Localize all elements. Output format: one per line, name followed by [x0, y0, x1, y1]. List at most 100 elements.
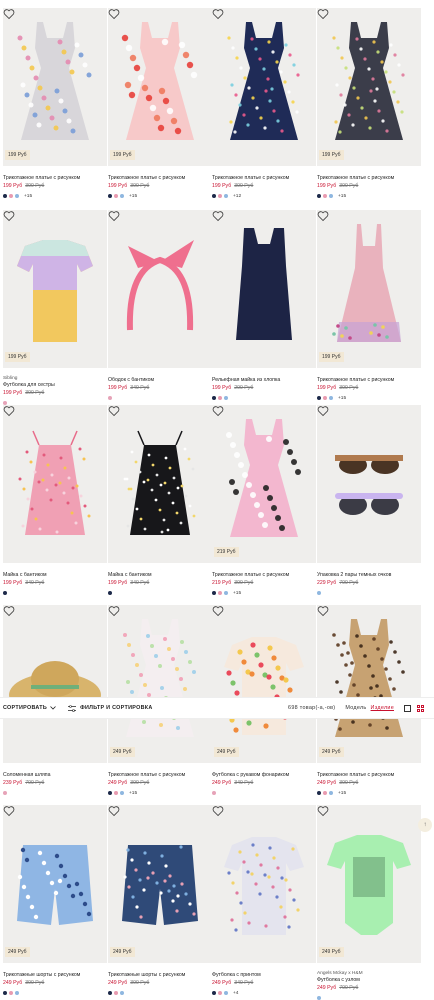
heart-icon[interactable]: [3, 805, 15, 817]
heart-icon[interactable]: [317, 210, 329, 222]
product-image[interactable]: 199 Руб: [3, 8, 107, 166]
color-swatch[interactable]: [108, 591, 112, 595]
color-swatch[interactable]: [212, 991, 216, 995]
product-title[interactable]: Трикотажное платье с рисунком: [212, 572, 316, 578]
heart-icon[interactable]: [3, 605, 15, 617]
heart-icon[interactable]: [212, 405, 224, 417]
color-swatch[interactable]: [218, 591, 222, 595]
product-card[interactable]: 249 Руб Трикотажные шорты с рисунком 249…: [108, 805, 212, 997]
product-image[interactable]: [317, 405, 421, 563]
product-card[interactable]: Упаковка 2 пары темных очков 229 Руб 799 …: [317, 405, 421, 597]
product-title[interactable]: Трикотажные шорты с рисунком: [108, 972, 212, 978]
more-colors[interactable]: +12: [233, 194, 241, 199]
product-image[interactable]: 249 Руб: [317, 805, 421, 963]
color-swatch[interactable]: [212, 791, 216, 795]
color-swatch[interactable]: [15, 991, 19, 995]
product-image[interactable]: 199 Руб: [317, 210, 421, 368]
heart-icon[interactable]: [317, 8, 329, 20]
product-title[interactable]: Футболка с принтом: [212, 972, 316, 978]
product-title[interactable]: Трикотажное платье с рисунком: [317, 772, 421, 778]
color-swatch[interactable]: [114, 194, 118, 198]
product-card[interactable]: 249 Руб Angels Mckay x H&M Футболка с уз…: [317, 805, 421, 1000]
product-image[interactable]: 249 Руб: [3, 805, 107, 963]
color-swatch[interactable]: [114, 991, 118, 995]
product-image[interactable]: 199 Руб: [3, 210, 107, 368]
product-card[interactable]: 249 Руб Трикотажные шорты с рисунком 249…: [3, 805, 107, 997]
product-image[interactable]: 249 Руб: [317, 605, 421, 763]
color-swatch[interactable]: [108, 396, 112, 400]
more-colors[interactable]: +15: [129, 791, 137, 796]
heart-icon[interactable]: [3, 405, 15, 417]
heart-icon[interactable]: [3, 8, 15, 20]
color-swatch[interactable]: [3, 591, 7, 595]
product-title[interactable]: Соломенная шляпа: [3, 772, 107, 778]
heart-icon[interactable]: [108, 405, 120, 417]
heart-icon[interactable]: [3, 210, 15, 222]
filter-button[interactable]: ФИЛЬТР И СОРТИРОВКА: [68, 704, 152, 712]
product-title[interactable]: Трикотажные шорты с рисунком: [3, 972, 107, 978]
color-swatch[interactable]: [317, 396, 321, 400]
heart-icon[interactable]: [108, 605, 120, 617]
product-card[interactable]: 219 Руб Трикотажное платье с рисунком 21…: [212, 405, 316, 597]
single-column-view-icon[interactable]: [404, 704, 411, 712]
heart-icon[interactable]: [108, 210, 120, 222]
product-title[interactable]: Футболка с узлом: [317, 977, 421, 983]
product-card[interactable]: Трикотажное платье с рисунком 199 Руб 399…: [212, 8, 316, 200]
color-swatch[interactable]: [323, 396, 327, 400]
heart-icon[interactable]: [317, 805, 329, 817]
product-title[interactable]: Футболка для сестры: [3, 382, 107, 388]
product-card[interactable]: 199 Руб Трикотажное платье с рисунком 19…: [317, 8, 421, 200]
product-card[interactable]: Футболка с принтом 249 Руб 349 Руб +4: [212, 805, 316, 997]
color-swatch[interactable]: [317, 194, 321, 198]
color-swatch[interactable]: [224, 591, 228, 595]
heart-icon[interactable]: [212, 605, 224, 617]
color-swatch[interactable]: [218, 194, 222, 198]
product-image[interactable]: 199 Руб: [317, 8, 421, 166]
more-colors[interactable]: +15: [338, 194, 346, 199]
color-swatch[interactable]: [108, 791, 112, 795]
color-swatch[interactable]: [114, 791, 118, 795]
color-swatch[interactable]: [218, 396, 222, 400]
product-image[interactable]: 249 Руб: [108, 605, 212, 763]
product-image[interactable]: 219 Руб: [212, 405, 316, 563]
color-swatch[interactable]: [3, 991, 7, 995]
product-card[interactable]: 199 Руб Трикотажное платье с рисунком 19…: [317, 210, 421, 402]
product-image[interactable]: 199 Руб: [108, 8, 212, 166]
product-title[interactable]: Трикотажное платье с рисунком: [317, 377, 421, 383]
more-colors[interactable]: +15: [233, 591, 241, 596]
product-image[interactable]: [3, 405, 107, 563]
more-colors[interactable]: +4: [233, 991, 238, 996]
product-title[interactable]: Майка с бантиком: [108, 572, 212, 578]
more-colors[interactable]: +15: [129, 194, 137, 199]
product-image[interactable]: [108, 405, 212, 563]
more-colors[interactable]: +15: [24, 194, 32, 199]
color-swatch[interactable]: [323, 194, 327, 198]
product-title[interactable]: Майка с бантиком: [3, 572, 107, 578]
color-swatch[interactable]: [108, 194, 112, 198]
back-to-top-button[interactable]: ↑: [418, 818, 432, 832]
color-swatch[interactable]: [15, 194, 19, 198]
heart-icon[interactable]: [317, 605, 329, 617]
color-swatch[interactable]: [212, 194, 216, 198]
product-title[interactable]: Трикотажное платье с рисунком: [317, 175, 421, 181]
product-card[interactable]: 199 Руб Трикотажное платье с рисунком 19…: [108, 8, 212, 200]
color-swatch[interactable]: [329, 791, 333, 795]
color-swatch[interactable]: [120, 194, 124, 198]
product-card[interactable]: Ободок с бантиком 199 Руб 349 Руб: [108, 210, 212, 402]
product-title[interactable]: Упаковка 2 пары темных очков: [317, 572, 421, 578]
heart-icon[interactable]: [212, 8, 224, 20]
color-swatch[interactable]: [120, 991, 124, 995]
color-swatch[interactable]: [9, 991, 13, 995]
heart-icon[interactable]: [108, 805, 120, 817]
more-colors[interactable]: +15: [338, 396, 346, 401]
color-swatch[interactable]: [224, 194, 228, 198]
color-swatch[interactable]: [212, 396, 216, 400]
product-card[interactable]: Майка с бантиком 199 Руб 349 Руб: [108, 405, 212, 597]
product-image[interactable]: [212, 805, 316, 963]
product-card[interactable]: Рельефная майка из хлопка 199 Руб 299 Руб: [212, 210, 316, 402]
view-model-link[interactable]: Модель: [345, 705, 366, 711]
more-colors[interactable]: +15: [338, 791, 346, 796]
sort-button[interactable]: СОРТИРОВАТЬ: [3, 705, 56, 711]
color-swatch[interactable]: [329, 396, 333, 400]
product-image[interactable]: [212, 8, 316, 166]
